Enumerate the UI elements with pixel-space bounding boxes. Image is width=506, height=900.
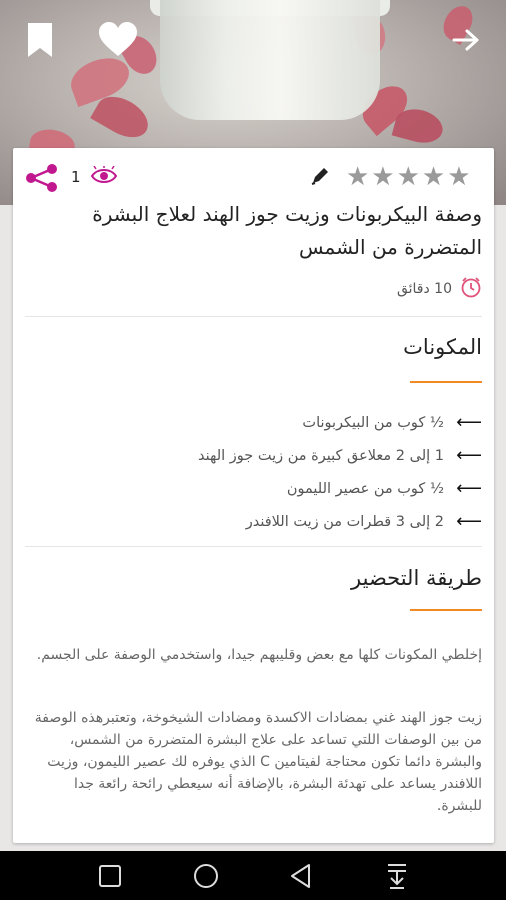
clock-icon bbox=[460, 276, 482, 302]
eye-icon bbox=[90, 165, 118, 190]
arrow-forward-icon[interactable] bbox=[446, 20, 486, 60]
home-button[interactable] bbox=[191, 861, 221, 891]
arrow-left-icon: ⟵ bbox=[456, 478, 482, 499]
hide-keyboard-icon[interactable] bbox=[382, 861, 412, 891]
heart-icon[interactable] bbox=[98, 20, 138, 60]
ingredients-heading: المكونات bbox=[403, 335, 482, 359]
prep-time: 10 دقائق bbox=[396, 281, 452, 297]
divider bbox=[25, 316, 482, 317]
divider bbox=[25, 546, 482, 547]
preparation-underline bbox=[410, 609, 482, 611]
jar bbox=[160, 0, 380, 120]
ingredients-underline bbox=[410, 381, 482, 383]
list-item: ⟵ ½ كوب من البيكربونات bbox=[25, 406, 482, 439]
ingredients-list: ⟵ ½ كوب من البيكربونات ⟵ 1 إلى 2 معلاعق … bbox=[25, 406, 482, 538]
meta-row: 1 ★★★★★ bbox=[13, 162, 494, 192]
recipe-card: 1 ★★★★★ وصفة البيكربونات وزيت جوز الهند … bbox=[13, 148, 494, 843]
views-count: 1 bbox=[71, 168, 81, 186]
ingredient-text: ½ كوب من عصير الليمون bbox=[286, 480, 444, 497]
share-icon[interactable] bbox=[25, 164, 59, 196]
ingredient-text: ½ كوب من البيكربونات bbox=[302, 414, 444, 431]
preparation-heading: طريقة التحضير bbox=[351, 566, 482, 590]
rating-stars[interactable]: ★★★★★ bbox=[346, 162, 473, 192]
arrow-left-icon: ⟵ bbox=[456, 412, 482, 433]
bookmark-icon[interactable] bbox=[20, 20, 60, 60]
preparation-paragraph-1: إخلطي المكونات كلها مع بعض وقليبهم جيدا،… bbox=[36, 647, 482, 663]
preparation-paragraph-2: زيت جوز الهند غني بمضادات الاكسدة ومضادا… bbox=[34, 710, 482, 814]
system-nav-bar bbox=[0, 851, 506, 900]
back-button[interactable] bbox=[286, 861, 316, 891]
ingredient-text: 2 إلى 3 قطرات من زيت اللافندر bbox=[245, 513, 444, 530]
arrow-left-icon: ⟵ bbox=[456, 511, 482, 532]
arrow-left-icon: ⟵ bbox=[456, 445, 482, 466]
time-row: 10 دقائق bbox=[397, 276, 482, 302]
recipe-title: وصفة البيكربونات وزيت جوز الهند لعلاج ال… bbox=[92, 202, 482, 259]
pencil-icon[interactable] bbox=[310, 166, 330, 190]
ingredient-text: 1 إلى 2 معلاعق كبيرة من زيت جوز الهند bbox=[198, 447, 444, 464]
list-item: ⟵ 2 إلى 3 قطرات من زيت اللافندر bbox=[25, 505, 482, 538]
recents-button[interactable] bbox=[95, 861, 125, 891]
list-item: ⟵ ½ كوب من عصير الليمون bbox=[25, 472, 482, 505]
list-item: ⟵ 1 إلى 2 معلاعق كبيرة من زيت جوز الهند bbox=[25, 439, 482, 472]
